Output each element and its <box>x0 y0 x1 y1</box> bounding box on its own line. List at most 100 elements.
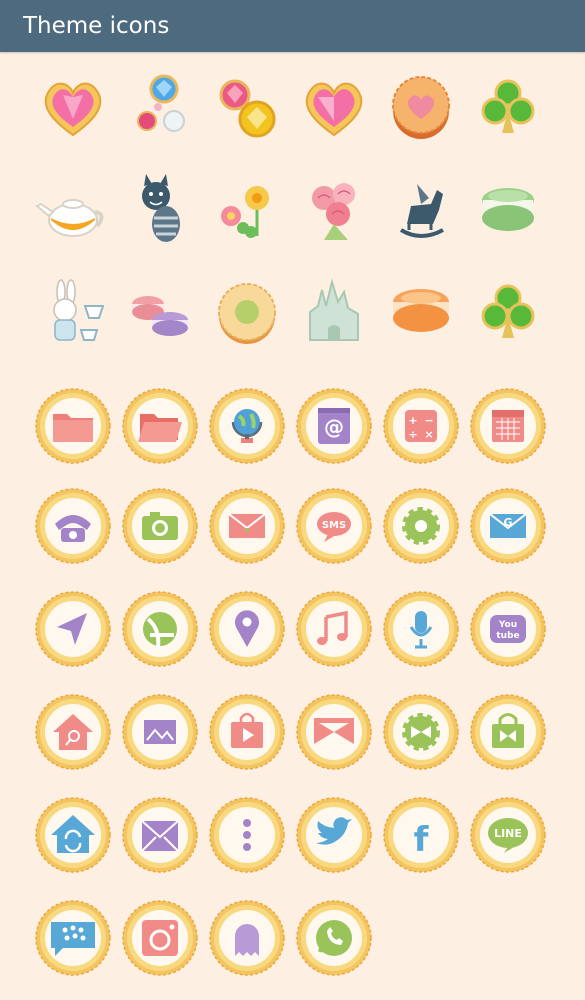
sync-home-icon[interactable] <box>33 795 113 875</box>
icon-label: G <box>503 516 512 529</box>
camera-icon-graphic <box>122 488 198 564</box>
gmail-envelope-icon[interactable]: G <box>468 486 548 566</box>
maps-icon[interactable] <box>120 589 200 669</box>
ribbon-bow-icon-graphic <box>296 694 372 770</box>
green-macaron-icon[interactable] <box>468 170 548 250</box>
icon-label: You <box>498 620 517 630</box>
green-clover-gems-icon[interactable] <box>468 67 548 147</box>
email-notepad-icon-graphic: @ <box>296 388 372 464</box>
icon-label: SMS <box>322 520 346 531</box>
macarons-icon-graphic <box>132 296 188 336</box>
phone-icon-graphic <box>35 488 111 564</box>
menu-dots-icon-graphic <box>209 797 285 873</box>
gallery-icon[interactable] <box>120 692 200 772</box>
facebook-icon-graphic: f <box>383 797 459 873</box>
jewel-balls-icon[interactable] <box>120 67 200 147</box>
svg-text:×: × <box>424 428 433 441</box>
calculator-icon[interactable]: + − ÷ × <box>381 386 461 466</box>
open-folder-icon[interactable] <box>120 386 200 466</box>
pink-gem-heart-icon-graphic <box>44 82 102 137</box>
folder-icon-graphic <box>35 388 111 464</box>
sms-bubble-icon[interactable]: SMS <box>294 486 374 566</box>
pegasus-rocking-horse-icon-graphic <box>399 184 444 238</box>
cheshire-cat-icon-graphic <box>142 174 180 242</box>
orange-macaron-icon-graphic <box>393 289 449 332</box>
globe-icon[interactable] <box>207 386 287 466</box>
orange-macaron-icon[interactable] <box>381 272 461 352</box>
green-clover-gems-icon-graphic <box>481 79 535 133</box>
rabbit-teacups-icon[interactable] <box>33 272 113 352</box>
play-store-icon-graphic <box>209 694 285 770</box>
mail-envelope-icon[interactable] <box>207 486 287 566</box>
jam-cookie-icon[interactable] <box>207 272 287 352</box>
maps-icon-graphic <box>122 591 198 667</box>
home-search-icon-graphic <box>35 694 111 770</box>
pink-yellow-gems-icon[interactable] <box>207 67 287 147</box>
youtube-icon-graphic: You tube <box>470 591 546 667</box>
navigation-arrow-icon-graphic <box>35 591 111 667</box>
cheshire-cat-icon[interactable] <box>120 170 200 250</box>
gmail-envelope-icon-graphic: G <box>470 488 546 564</box>
page-title: Theme icons <box>23 13 170 39</box>
flowers-icon[interactable] <box>207 170 287 250</box>
clover-gems-icon-graphic <box>481 284 535 338</box>
folder-icon[interactable] <box>33 386 113 466</box>
calculator-icon-graphic: + − ÷ × <box>383 388 459 464</box>
sms-bubble-icon-graphic: SMS <box>296 488 372 564</box>
teapot-icon-graphic <box>35 199 104 237</box>
facebook-icon[interactable]: f <box>381 795 461 875</box>
settings-gear-icon-graphic <box>383 488 459 564</box>
navigation-arrow-icon[interactable] <box>33 589 113 669</box>
shopping-bag-icon[interactable] <box>468 692 548 772</box>
menu-dots-icon[interactable] <box>207 795 287 875</box>
calendar-icon-graphic <box>470 388 546 464</box>
jam-cookie-icon-graphic <box>218 283 276 344</box>
instagram-icon[interactable] <box>120 898 200 978</box>
blackberry-messenger-icon-graphic <box>35 900 111 976</box>
heart-cookie-icon[interactable] <box>381 67 461 147</box>
roses-bouquet-icon[interactable] <box>294 170 374 250</box>
microphone-icon-graphic <box>383 591 459 667</box>
instagram-icon-graphic <box>122 900 198 976</box>
mail-envelope-icon-graphic <box>209 488 285 564</box>
settings-bow-icon[interactable] <box>381 692 461 772</box>
home-search-icon[interactable] <box>33 692 113 772</box>
snapchat-ghost-icon[interactable] <box>207 898 287 978</box>
play-store-icon[interactable] <box>207 692 287 772</box>
sync-home-icon-graphic <box>35 797 111 873</box>
pink-gem-heart-icon[interactable] <box>33 67 113 147</box>
music-note-icon-graphic <box>296 591 372 667</box>
mail-box-icon-graphic <box>122 797 198 873</box>
location-pin-icon-graphic <box>209 591 285 667</box>
youtube-icon[interactable]: You tube <box>468 589 548 669</box>
line-bubble-icon[interactable]: LINE <box>468 795 548 875</box>
castle-icon[interactable] <box>294 272 374 352</box>
rabbit-teacups-icon-graphic <box>53 279 105 341</box>
settings-gear-icon[interactable] <box>381 486 461 566</box>
microphone-icon[interactable] <box>381 589 461 669</box>
teapot-icon[interactable] <box>33 170 113 250</box>
icon-label: f <box>414 820 430 860</box>
app-header: Theme icons <box>0 0 585 52</box>
pegasus-rocking-horse-icon[interactable] <box>381 170 461 250</box>
snapchat-ghost-icon-graphic <box>209 900 285 976</box>
blackberry-messenger-icon[interactable] <box>33 898 113 978</box>
location-pin-icon[interactable] <box>207 589 287 669</box>
mail-box-icon[interactable] <box>120 795 200 875</box>
svg-text:÷: ÷ <box>408 428 417 441</box>
whatsapp-icon[interactable] <box>294 898 374 978</box>
clover-gems-icon[interactable] <box>468 272 548 352</box>
camera-icon[interactable] <box>120 486 200 566</box>
macarons-icon[interactable] <box>120 272 200 352</box>
heart-gem-icon[interactable] <box>294 67 374 147</box>
email-notepad-icon[interactable]: @ <box>294 386 374 466</box>
open-folder-icon-graphic <box>122 388 198 464</box>
settings-bow-icon-graphic <box>383 694 459 770</box>
line-bubble-icon-graphic: LINE <box>470 797 546 873</box>
calendar-icon[interactable] <box>468 386 548 466</box>
twitter-bird-icon[interactable] <box>294 795 374 875</box>
flowers-icon-graphic <box>221 186 269 238</box>
phone-icon[interactable] <box>33 486 113 566</box>
music-note-icon[interactable] <box>294 589 374 669</box>
ribbon-bow-icon[interactable] <box>294 692 374 772</box>
